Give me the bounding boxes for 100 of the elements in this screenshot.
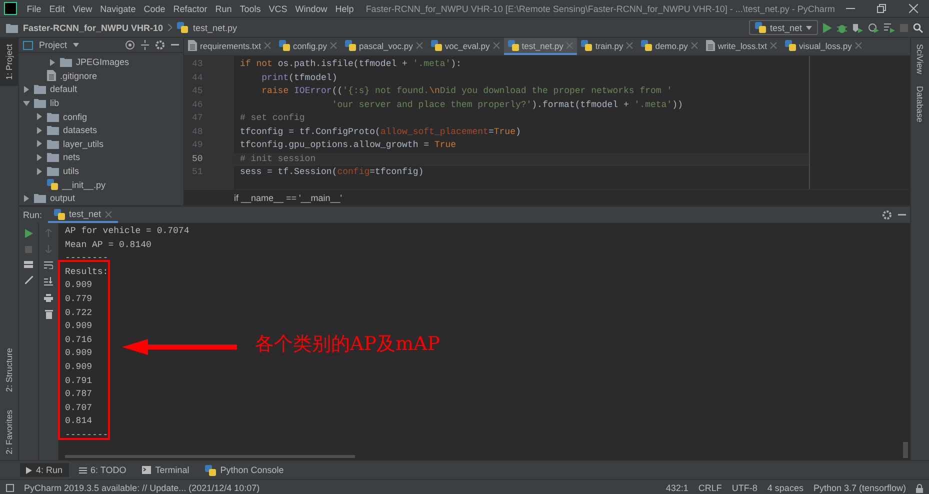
gear-icon[interactable] [155, 40, 165, 50]
run-configuration-dropdown[interactable]: test_net [748, 20, 818, 35]
tree-item[interactable]: output [50, 193, 76, 204]
menu-item[interactable]: Edit [45, 4, 69, 14]
run-tab[interactable]: test_net [48, 207, 118, 223]
run-icon[interactable] [823, 22, 832, 32]
collapsed-arrow-icon[interactable] [49, 58, 56, 66]
collapse-icon[interactable] [141, 40, 149, 50]
breadcrumb-project[interactable]: Faster-RCNN_for_NWPU VHR-10 [23, 22, 164, 32]
collapsed-arrow-icon[interactable] [36, 113, 43, 120]
status-item[interactable]: 432:1 [666, 483, 688, 493]
menu-item[interactable]: Refactor [169, 4, 212, 14]
expanded-arrow-icon[interactable] [23, 100, 30, 107]
status-item[interactable]: UTF-8 [732, 483, 758, 493]
menu-item[interactable]: File [22, 4, 46, 14]
tool-window-tab[interactable]: SciView [911, 38, 929, 80]
tree-item[interactable]: nets [63, 152, 80, 162]
trash-icon[interactable] [44, 310, 52, 319]
console-line: 0.814 [65, 415, 92, 428]
editor-tab[interactable]: train.py [577, 38, 638, 55]
tree-item[interactable]: config [63, 112, 88, 122]
editor-tab[interactable]: visual_loss.py [780, 38, 866, 55]
status-item[interactable]: CRLF [698, 483, 722, 493]
lock-icon[interactable] [916, 484, 923, 492]
folder-icon [47, 125, 59, 136]
menu-item[interactable]: View [68, 4, 96, 14]
tool-window-tab[interactable]: 6: TODO [72, 463, 132, 477]
code-line: print(tfmodel) [260, 72, 338, 84]
profile-icon[interactable] [868, 22, 879, 32]
status-item[interactable]: Python 3.7 (tensorflow) [813, 483, 906, 493]
tool-window-tab[interactable]: Terminal [136, 463, 196, 477]
menu-item[interactable]: VCS [264, 4, 292, 14]
python-file-icon [581, 40, 592, 51]
editor-tab[interactable]: demo.py [637, 38, 702, 55]
tool-window-tab[interactable]: Python Console [199, 462, 290, 478]
python-file-icon [205, 464, 216, 476]
bug-icon[interactable] [837, 22, 847, 32]
collapsed-arrow-icon[interactable] [36, 154, 43, 161]
window-icon [23, 40, 33, 50]
app-logo-icon [4, 2, 17, 15]
collapsed-arrow-icon[interactable] [23, 194, 30, 202]
status-item[interactable]: 4 spaces [767, 483, 804, 493]
tree-item[interactable]: datasets [63, 125, 98, 136]
python-file-icon [47, 179, 58, 190]
editor-tab[interactable]: config.py [274, 38, 341, 55]
collapsed-arrow-icon[interactable] [36, 126, 43, 134]
vertical-scrollbar[interactable] [903, 442, 908, 458]
editor-tab[interactable]: test_net.py [504, 38, 578, 55]
collapsed-arrow-icon[interactable] [36, 140, 43, 148]
gear-icon[interactable] [882, 210, 892, 220]
editor-tab[interactable]: write_loss.txt [702, 38, 781, 55]
editor-tab[interactable]: requirements.txt [184, 38, 275, 55]
tree-item[interactable]: JPEGImages [76, 57, 130, 68]
close-icon[interactable] [908, 4, 918, 13]
breadcrumb-file[interactable]: test_net.py [193, 22, 238, 32]
menu-item[interactable]: Navigate [96, 4, 140, 14]
run-icon[interactable] [24, 229, 32, 238]
menu-item[interactable]: Help [331, 4, 358, 14]
restore-icon[interactable] [877, 4, 886, 13]
console-line: 0.909 [65, 320, 92, 334]
code-breadcrumb[interactable]: if __name__ == '__main__' [184, 189, 910, 205]
scroll-to-end-icon[interactable] [44, 277, 53, 286]
search-icon[interactable] [913, 22, 923, 32]
status-message[interactable]: PyCharm 2019.3.5 available: // Update... (2021/12/4 10:07) [24, 483, 260, 493]
tool-window-tab[interactable]: 2: Favorites [0, 404, 18, 460]
layout-icon[interactable] [24, 261, 33, 268]
editor-tab[interactable]: voc_eval.py [426, 38, 504, 55]
panel-title[interactable]: Project [39, 40, 68, 50]
concurrency-icon[interactable] [884, 22, 895, 32]
collapsed-arrow-icon[interactable] [23, 86, 30, 93]
tool-window-tab[interactable]: 2: Structure [0, 342, 18, 398]
console-line: -------- [65, 428, 108, 442]
minimize-icon[interactable] [171, 44, 179, 46]
code-line: # set config [239, 112, 306, 125]
minimize-icon[interactable] [898, 214, 906, 216]
menu-item[interactable]: Run [211, 4, 236, 14]
folder-icon [47, 166, 59, 176]
tree-item[interactable]: utils [63, 166, 80, 176]
tree-item[interactable]: layer_utils [63, 138, 104, 149]
editor-tab[interactable]: pascal_voc.py [340, 38, 427, 55]
menu-item[interactable]: Window [291, 4, 332, 14]
menu-item[interactable]: Code [140, 4, 170, 14]
tool-window-tab[interactable]: 1: Project [0, 38, 18, 86]
text-file-icon [47, 70, 56, 82]
locate-icon[interactable] [125, 40, 135, 50]
tree-item[interactable]: lib [50, 98, 60, 108]
tool-window-tab[interactable]: 4: Run [20, 463, 69, 477]
soft-wrap-icon[interactable] [44, 261, 53, 269]
annotation-text: 各个类别的AP及mAP [255, 332, 440, 357]
tree-item[interactable]: __init__.py [62, 180, 106, 190]
menu-item[interactable]: Tools [236, 4, 265, 14]
minimize-icon[interactable] [846, 8, 856, 9]
tree-item[interactable]: .gitignore [60, 70, 98, 81]
collapsed-arrow-icon[interactable] [36, 168, 43, 175]
coverage-icon[interactable] [852, 22, 863, 32]
horizontal-scrollbar[interactable] [65, 455, 355, 458]
print-icon[interactable] [44, 294, 53, 302]
list-icon [78, 466, 87, 474]
tree-item[interactable]: default [50, 84, 78, 94]
tool-window-tab[interactable]: Database [911, 80, 929, 128]
